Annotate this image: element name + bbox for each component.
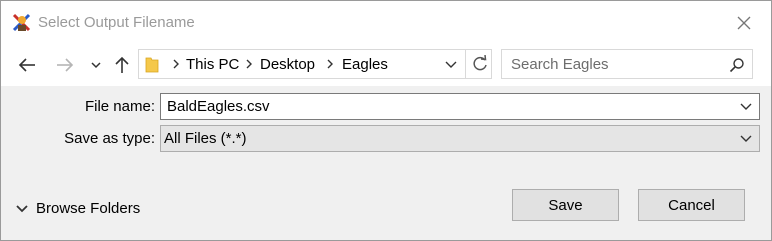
folder-icon bbox=[145, 57, 159, 73]
chevron-down-icon[interactable] bbox=[740, 102, 752, 112]
forward-button[interactable] bbox=[54, 54, 76, 76]
arrow-left-icon bbox=[18, 58, 35, 72]
recent-locations-button[interactable] bbox=[85, 54, 107, 76]
save-as-type-select[interactable]: All Files (*.*) bbox=[160, 125, 760, 152]
chevron-down-icon bbox=[740, 135, 752, 142]
chevron-down-icon bbox=[16, 204, 28, 212]
search-box[interactable] bbox=[501, 49, 753, 79]
file-name-field[interactable] bbox=[160, 93, 760, 120]
app-icon bbox=[12, 13, 31, 32]
save-as-type-label: Save as type: bbox=[64, 130, 155, 147]
breadcrumb-this-pc[interactable]: This PC bbox=[186, 56, 239, 73]
back-button[interactable] bbox=[16, 54, 38, 76]
refresh-button[interactable] bbox=[465, 50, 493, 78]
chevron-down-icon bbox=[91, 62, 101, 69]
refresh-icon bbox=[473, 55, 487, 71]
file-name-input[interactable] bbox=[167, 98, 727, 115]
save-as-type-value: All Files (*.*) bbox=[164, 130, 247, 147]
browse-folders-toggle[interactable]: Browse Folders bbox=[16, 200, 140, 217]
navigation-bar: This PC Desktop Eagles bbox=[1, 45, 771, 85]
breadcrumb-separator-icon bbox=[327, 59, 333, 69]
arrow-up-icon bbox=[115, 56, 129, 73]
arrow-right-icon bbox=[57, 58, 74, 72]
search-input[interactable] bbox=[511, 55, 721, 73]
browse-folders-label: Browse Folders bbox=[36, 200, 141, 217]
title-bar: Select Output Filename bbox=[1, 1, 771, 45]
breadcrumb-separator-icon bbox=[246, 59, 252, 69]
breadcrumb-separator-icon bbox=[173, 59, 179, 69]
address-dropdown-icon[interactable] bbox=[444, 58, 458, 72]
up-button[interactable] bbox=[111, 54, 133, 76]
dialog-window: Select Output Filename This PC Desktop E… bbox=[0, 0, 772, 241]
window-title: Select Output Filename bbox=[38, 14, 195, 31]
search-icon[interactable] bbox=[729, 57, 745, 73]
address-bar[interactable]: This PC Desktop Eagles bbox=[138, 49, 492, 79]
breadcrumb-eagles[interactable]: Eagles bbox=[342, 56, 388, 73]
breadcrumb-desktop[interactable]: Desktop bbox=[260, 56, 315, 73]
close-icon[interactable] bbox=[735, 14, 753, 32]
save-button[interactable]: Save bbox=[512, 189, 619, 221]
form-panel: File name: Save as type: All Files (*.*)… bbox=[1, 86, 771, 240]
cancel-button[interactable]: Cancel bbox=[638, 189, 745, 221]
file-name-label: File name: bbox=[84, 98, 155, 115]
